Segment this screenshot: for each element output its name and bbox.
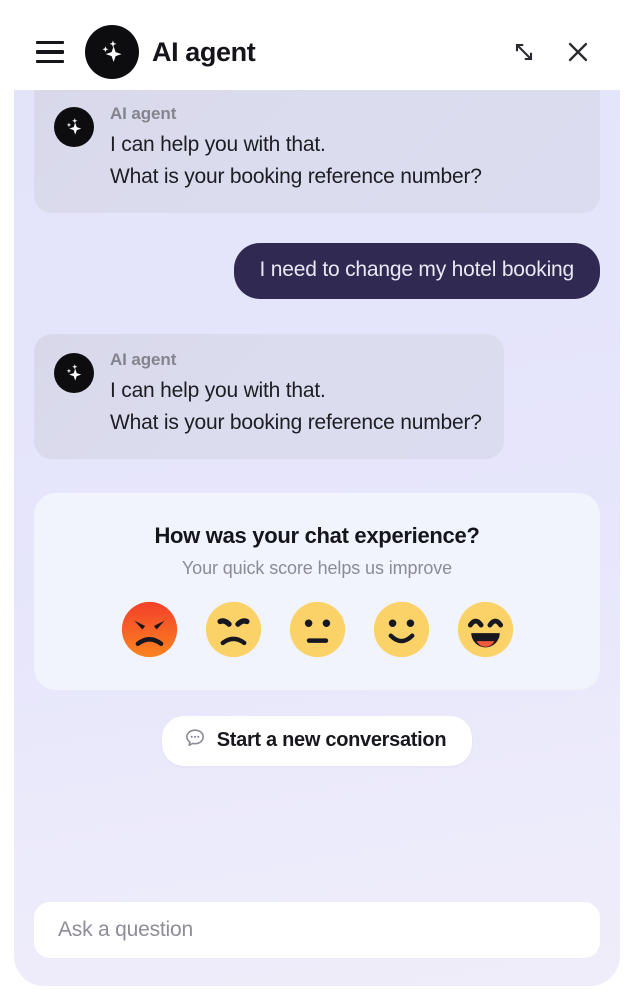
sparkle-icon [54, 107, 94, 147]
rating-card: How was your chat experience? Your quick… [34, 493, 600, 690]
agent-message-bubble: AI agent I can help you with that. What … [34, 90, 600, 213]
page-title: AI agent [152, 37, 255, 68]
expand-diagonal-arrows-icon[interactable] [504, 32, 544, 72]
message-row-agent: AI agent I can help you with that. What … [34, 90, 600, 213]
smiling-face-rating-button[interactable] [373, 601, 430, 658]
sparkle-icon [85, 25, 139, 79]
hamburger-bar [36, 60, 64, 64]
composer[interactable] [34, 902, 600, 958]
laughing-face-rating-button[interactable] [457, 601, 514, 658]
message-line: I can help you with that. [110, 129, 482, 161]
chat-message-list: AI agent I can help you with that. What … [14, 90, 620, 986]
message-line: I can help you with that. [110, 375, 482, 407]
agent-message-bubble: AI agent I can help you with that. What … [34, 334, 504, 459]
neutral-face-rating-button[interactable] [289, 601, 346, 658]
chat-widget-window: AI agent [14, 14, 620, 986]
message-row-user: I need to change my hotel booking [34, 213, 600, 299]
hamburger-bar [36, 41, 64, 45]
message-row-agent: AI agent I can help you with that. What … [34, 299, 600, 459]
rating-title: How was your chat experience? [58, 523, 576, 549]
sad-face-rating-button[interactable] [205, 601, 262, 658]
message-sender: AI agent [110, 350, 482, 370]
brand: AI agent [85, 25, 255, 79]
ask-a-question-input[interactable] [56, 917, 578, 943]
user-message-bubble: I need to change my hotel booking [234, 243, 600, 299]
hamburger-bar [36, 50, 64, 54]
close-x-icon[interactable] [558, 32, 598, 72]
sparkle-icon [54, 353, 94, 393]
message-line: What is your booking reference number? [110, 161, 482, 193]
message-body: AI agent I can help you with that. What … [110, 350, 482, 439]
message-body: AI agent I can help you with that. What … [110, 104, 482, 193]
start-new-conversation-label: Start a new conversation [217, 729, 447, 752]
message-line: What is your booking reference number? [110, 407, 482, 439]
angry-face-rating-button[interactable] [121, 601, 178, 658]
new-conversation-row: Start a new conversation [34, 716, 600, 766]
message-sender: AI agent [110, 104, 482, 124]
widget-header: AI agent [14, 14, 620, 90]
rating-face-group [58, 601, 576, 658]
start-new-conversation-button[interactable]: Start a new conversation [162, 716, 473, 766]
speech-bubble-dots-icon [184, 727, 206, 754]
composer-area [34, 902, 600, 986]
hamburger-menu-icon[interactable] [34, 35, 68, 69]
rating-subtitle: Your quick score helps us improve [58, 558, 576, 579]
